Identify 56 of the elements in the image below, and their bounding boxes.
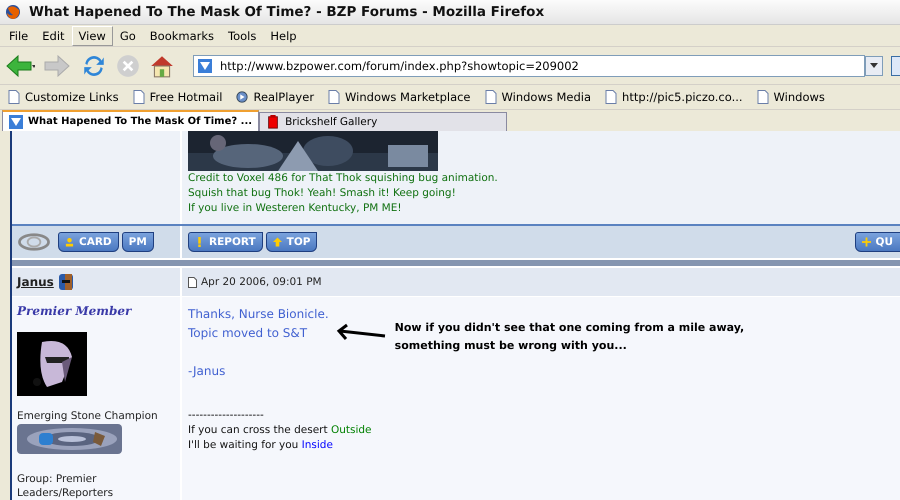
firefox-icon [5,4,21,20]
window-title: What Hapened To The Mask Of Time? - BZP Forums - Mozilla Firefox [29,4,544,20]
address-field[interactable]: http://www.bzpower.com/forum/index.php?showtopic=209002 [193,54,865,76]
offline-icon [17,232,51,252]
bookmark-item[interactable]: RealPlayer [236,90,314,104]
menu-item[interactable]: Help [263,26,304,46]
realplayer-icon [236,90,248,104]
annotation-text: Now if you didn't see that one coming from a mile away, [394,320,744,336]
site-icon [9,114,23,129]
up-arrow-icon [272,237,282,248]
signature-text: Credit to Voxel 486 for That Thok squishing bug animation. [188,171,499,186]
post-text: -Janus [188,363,226,380]
post-text: Thanks, Nurse Bionicle. [188,306,329,324]
caret-icon [870,63,878,68]
member-title: Emerging Stone Champion [17,410,159,422]
brick-icon [266,115,280,130]
menu-item[interactable]: Go [112,26,143,46]
page-icon [8,90,20,104]
bookmark-item[interactable]: Free Hotmail [132,90,222,104]
annotation-text: something must be wrong with you... [394,338,628,354]
bookmark-item[interactable]: Windows Media [484,90,592,104]
browser-tab[interactable]: What Hapened To The Mask Of Time? ... [2,110,260,132]
page-icon [756,90,769,104]
browser-tab[interactable]: Brickshelf Gallery [259,112,508,132]
page-icon [132,90,145,104]
rank-title: Premier Member [17,304,133,318]
signature-text: If you live in Westeren Kentucky, PM ME! [188,201,403,216]
member-group: Group: Premier Leaders/Reporters [17,472,127,500]
back-arrow-icon[interactable] [5,54,35,78]
post-date: Apr 20 2006, 09:01 PM [201,276,322,288]
post-text: Topic moved to S&T [188,325,308,342]
mask-icon [58,273,74,292]
signature-separator: -------------------- [188,408,265,424]
signature-link[interactable]: Outside [330,424,372,436]
bookmark-item[interactable]: Windows Marketplace [328,90,471,104]
person-icon [65,237,74,248]
signature-text: If you can cross the desert [188,424,328,436]
menu-item[interactable]: Edit [35,26,72,46]
menu-item[interactable]: Tools [221,26,264,46]
page-icon [328,90,340,104]
menu-item[interactable]: View [72,26,113,46]
author-name[interactable]: Janus [17,275,54,290]
menu-item[interactable]: Bookmarks [142,26,222,46]
post-icon [188,276,197,288]
bookmark-item[interactable]: Windows [756,90,825,104]
signature-text: Squish that bug Thok! Yeah! Smash it! Keep going! [188,186,457,202]
site-icon [198,58,212,72]
plus-icon [862,237,871,248]
bookmark-item[interactable]: Customize Links [8,90,119,104]
page-icon [484,90,497,104]
page-icon [605,90,618,104]
bookmark-item[interactable]: http://pic5.piczo.co... [605,90,743,104]
menu-item[interactable]: File [2,26,36,46]
signature-link[interactable]: Inside [302,439,333,452]
dropdown-button[interactable] [865,56,883,76]
signature-text: I'll be waiting for you [188,439,298,452]
